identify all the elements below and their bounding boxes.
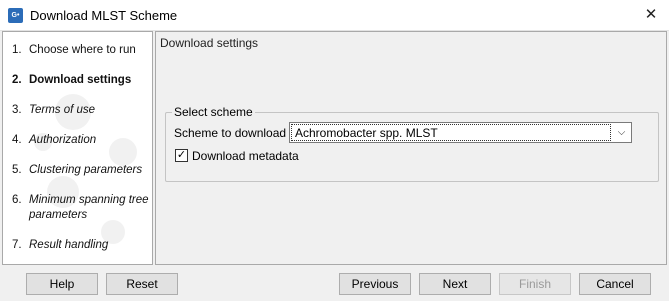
settings-panel: Download settings Select scheme Scheme t… [155,31,667,265]
step-clustering-parameters: 5. Clustering parameters [12,164,143,176]
step-download-settings: 2. Download settings [12,74,132,86]
step-result-handling: 7. Result handling [12,239,109,251]
step-choose-where-to-run: 1. Choose where to run [12,44,136,56]
step-authorization: 4. Authorization [12,134,97,146]
download-metadata-label[interactable]: Download metadata [192,149,299,163]
group-title: Select scheme [172,105,255,119]
scheme-dropdown-value: Achromobacter spp. MLST [295,126,438,140]
select-scheme-group: Select scheme Scheme to download Achromo… [165,105,659,182]
scheme-dropdown[interactable]: Achromobacter spp. MLST ⌵ [289,122,632,143]
chevron-down-icon[interactable]: ⌵ [612,123,631,142]
previous-button[interactable]: Previous [339,273,411,295]
window-title: Download MLST Scheme [30,8,178,23]
scheme-label: Scheme to download [174,126,287,140]
next-button[interactable]: Next [419,273,491,295]
cancel-button[interactable]: Cancel [579,273,651,295]
help-button[interactable]: Help [26,273,98,295]
step-minimum-spanning-tree-cont: parameters [29,209,88,221]
app-icon: G• [8,8,23,23]
title-bar: G• Download MLST Scheme ✕ [0,0,669,31]
wizard-steps-panel: 1. Choose where to run 2. Download setting… [2,31,153,265]
finish-button[interactable]: Finish [499,273,571,295]
panel-header: Download settings [160,36,259,50]
reset-button[interactable]: Reset [106,273,178,295]
step-terms-of-use: 3. Terms of use [12,104,96,116]
download-metadata-checkbox[interactable]: ✓ [175,149,188,162]
scheme-dropdown-focus: Achromobacter spp. MLST [291,124,611,141]
step-minimum-spanning-tree: 6. Minimum spanning tree [12,194,149,206]
close-button[interactable]: ✕ [640,5,662,25]
